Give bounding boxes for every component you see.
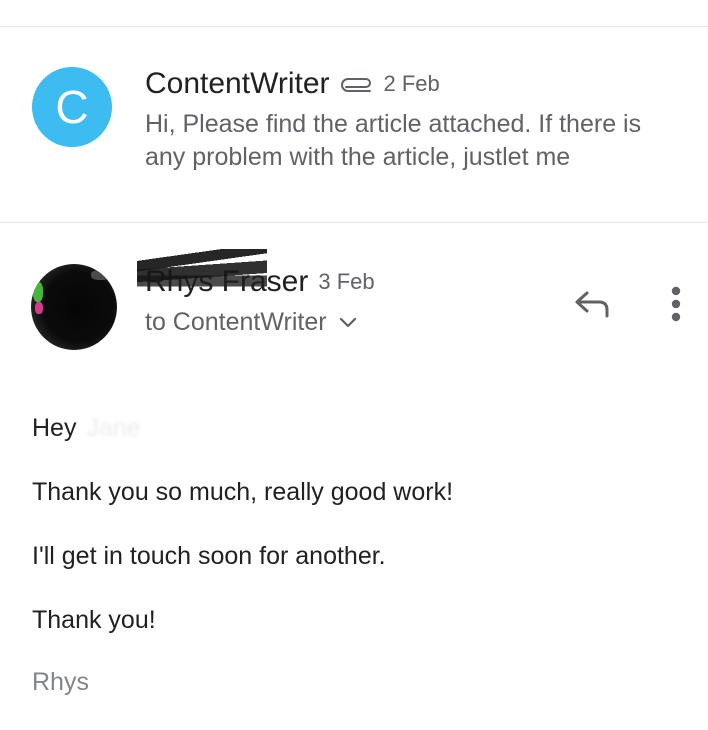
more-vert-icon bbox=[671, 286, 681, 322]
body-line: Thank you so much, really good work! bbox=[32, 478, 454, 506]
sender-name-redacted: Rhys Fraser bbox=[137, 249, 308, 299]
signature: Rhys bbox=[32, 668, 89, 696]
redaction-scribble bbox=[137, 249, 267, 297]
greeting-name-redacted: Jane bbox=[86, 414, 141, 442]
recipient-details-toggle[interactable]: to ContentWriter bbox=[145, 308, 357, 337]
message-date: 2 Feb bbox=[383, 71, 440, 96]
body-greeting: Hey Jane bbox=[32, 414, 141, 443]
paperclip-icon bbox=[340, 78, 371, 92]
message-divider bbox=[0, 222, 708, 223]
sender-avatar-contentwriter[interactable]: C bbox=[32, 67, 112, 147]
reply-icon bbox=[575, 291, 609, 318]
more-options-button[interactable] bbox=[660, 282, 692, 326]
body-line: I'll get in touch soon for another. bbox=[32, 542, 386, 570]
message1-header: ContentWriter 2 Feb bbox=[145, 64, 440, 104]
message-date: 3 Feb bbox=[318, 269, 375, 294]
avatar-detail bbox=[91, 270, 111, 280]
body-line: Thank you! bbox=[32, 606, 156, 634]
avatar-detail bbox=[35, 302, 43, 314]
sender-name: ContentWriter bbox=[145, 67, 330, 100]
reply-button[interactable] bbox=[568, 284, 616, 324]
greeting-text: Hey bbox=[32, 414, 77, 442]
sender-avatar-photo[interactable] bbox=[31, 264, 117, 350]
message2-header: Rhys Fraser 3 Feb bbox=[137, 249, 375, 304]
recipient-line: to ContentWriter bbox=[145, 308, 327, 336]
chevron-down-icon bbox=[339, 317, 356, 327]
avatar-detail bbox=[33, 282, 43, 302]
message-snippet: Hi, Please find the article attached. If… bbox=[145, 110, 642, 171]
